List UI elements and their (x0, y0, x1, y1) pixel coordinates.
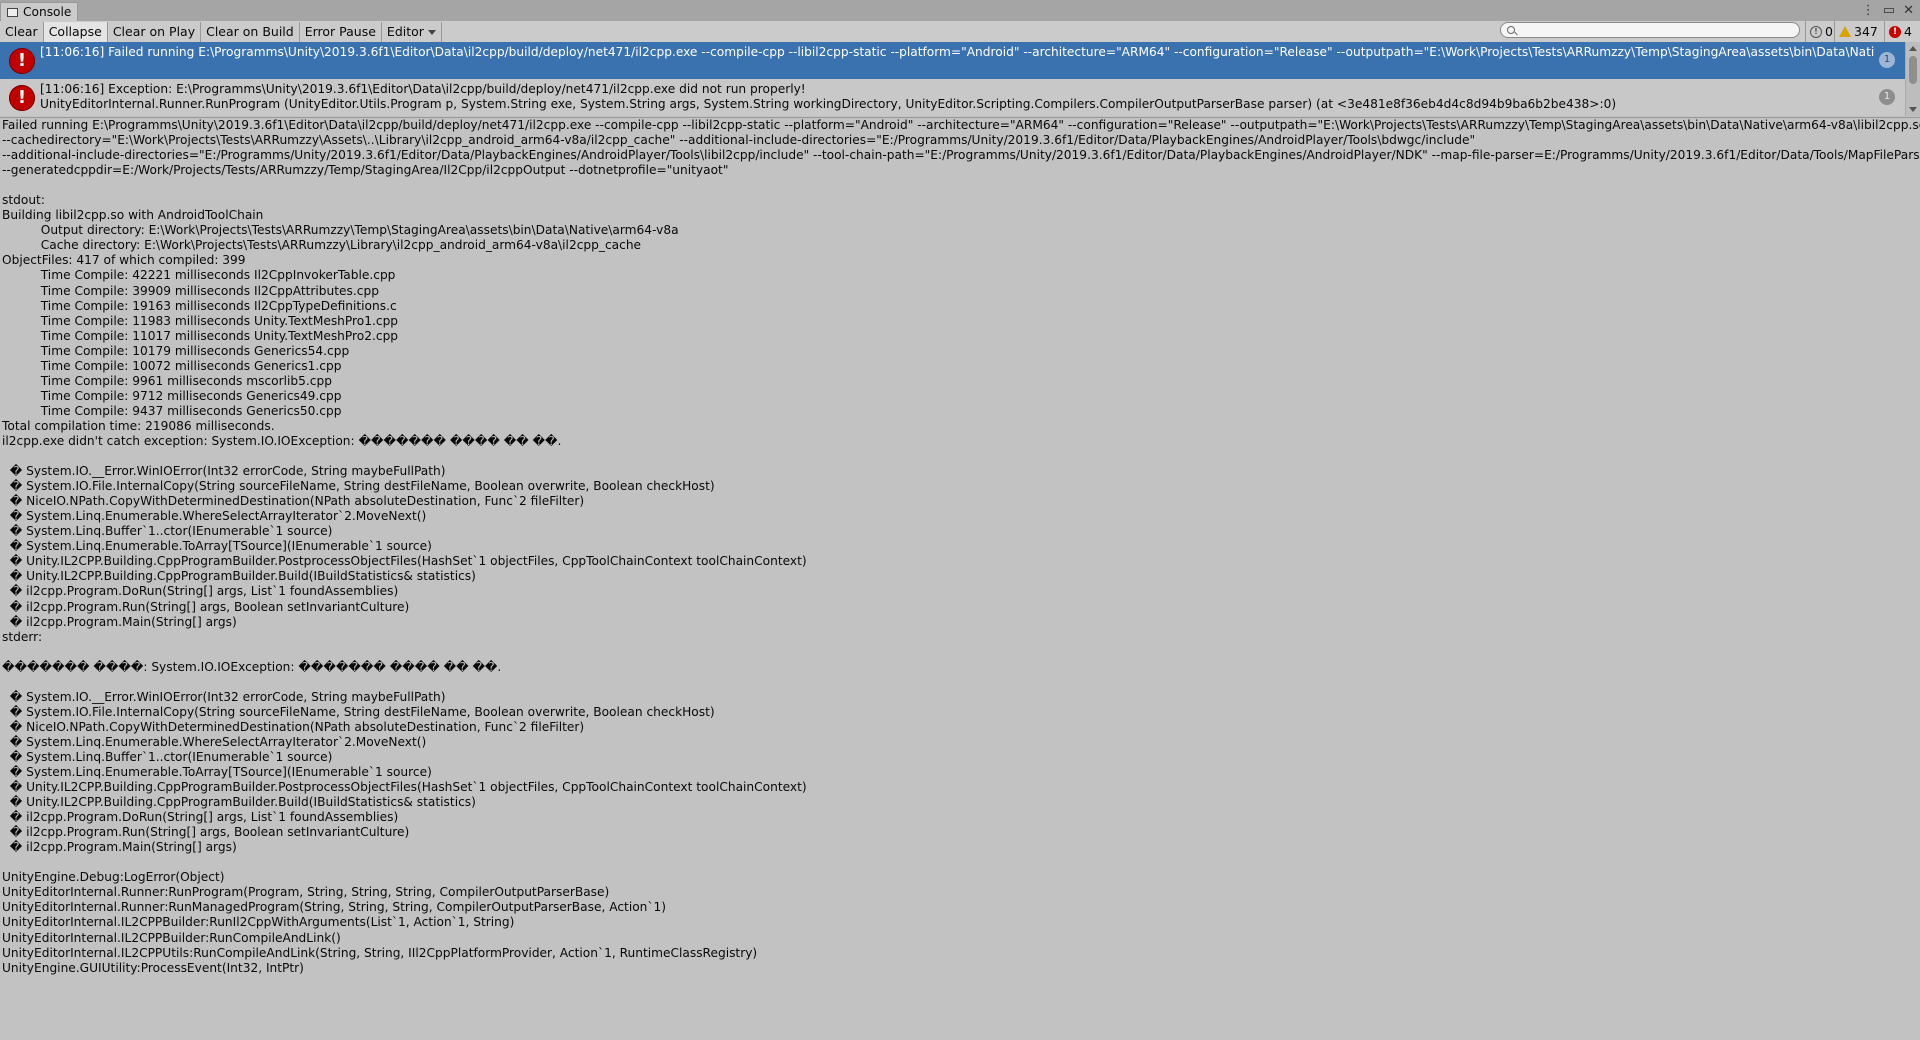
chevron-down-icon (427, 29, 436, 35)
info-count: 0 (1825, 24, 1833, 39)
detail-line: Time Compile: 10072 milliseconds Generic… (2, 358, 342, 373)
detail-line: � Unity.IL2CPP.Building.CppProgramBuilde… (2, 795, 476, 810)
window-controls: ⋮ ▭ ✕ (1862, 2, 1914, 19)
error-icon: ! (9, 48, 35, 74)
log-entry-text: [11:06:16] Exception: E:\Programms\Unity… (40, 82, 1875, 112)
info-count-toggle[interactable]: ! 0 (1805, 21, 1837, 42)
error-count-toggle[interactable]: ! 4 (1884, 21, 1916, 42)
detail-line: � Unity.IL2CPP.Building.CppProgramBuilde… (2, 780, 807, 795)
warning-count: 347 (1854, 24, 1878, 39)
scrollbar-thumb[interactable] (1909, 56, 1917, 84)
error-icon: ! (9, 85, 35, 111)
clear-on-build-toggle[interactable]: Clear on Build (201, 21, 300, 42)
detail-line: Cache directory: E:\Work\Projects\Tests\… (2, 238, 642, 253)
close-icon[interactable]: ✕ (1903, 3, 1914, 18)
warning-count-toggle[interactable]: 347 (1834, 21, 1882, 42)
log-detail-text: Failed running E:\Programms\Unity\2019.3… (0, 118, 1920, 976)
search-input[interactable] (1519, 23, 1793, 39)
warning-icon (1839, 26, 1851, 37)
log-entry-line1: [11:06:16] Exception: E:\Programms\Unity… (40, 82, 806, 96)
detail-line: � System.Linq.Buffer`1..ctor(IEnumerable… (2, 749, 333, 764)
detail-line: UnityEditorInternal.IL2CPPBuilder:RunIl2… (2, 915, 515, 930)
detail-line: � System.Linq.Buffer`1..ctor(IEnumerable… (2, 524, 333, 539)
detail-line: Time Compile: 10179 milliseconds Generic… (2, 343, 350, 358)
detail-line: � il2cpp.Program.Main(String[] args) (2, 840, 237, 855)
log-entry-text: [11:06:16] Failed running E:\Programms\U… (40, 45, 1875, 60)
collapse-count-badge: 1 (1879, 89, 1895, 105)
log-entry-line1: [11:06:16] Failed running E:\Programms\U… (40, 45, 1875, 59)
maximize-icon[interactable]: ▭ (1883, 3, 1895, 18)
kebab-menu-icon[interactable]: ⋮ (1862, 3, 1875, 18)
scroll-down-icon[interactable] (1909, 107, 1917, 112)
detail-line: Failed running E:\Programms\Unity\2019.3… (2, 118, 1920, 132)
detail-line: UnityEngine.GUIUtility:ProcessEvent(Int3… (2, 960, 304, 975)
log-entry[interactable]: ! [11:06:16] Failed running E:\Programms… (0, 42, 1905, 79)
info-icon: ! (1810, 25, 1822, 38)
detail-line: stdout: (2, 193, 45, 208)
log-entry-line2: UnityEditorInternal.Runner.RunProgram (U… (40, 96, 1617, 111)
detail-line: Output directory: E:\Work\Projects\Tests… (2, 223, 679, 238)
detail-line: � il2cpp.Program.Run(String[] args, Bool… (2, 825, 410, 840)
detail-line: il2cpp.exe didn't catch exception: Syste… (2, 433, 562, 448)
detail-line: � System.IO.File.InternalCopy(String sou… (2, 704, 715, 719)
detail-line: Time Compile: 11017 milliseconds Unity.T… (2, 328, 399, 343)
detail-line: � il2cpp.Program.Run(String[] args, Bool… (2, 599, 410, 614)
detail-line: � NiceIO.NPath.CopyWithDeterminedDestina… (2, 494, 585, 509)
detail-line: stderr: (2, 629, 43, 644)
detail-line: UnityEditorInternal.Runner:RunManagedPro… (2, 900, 667, 915)
detail-line: ObjectFiles: 417 of which compiled: 399 (2, 253, 246, 268)
detail-line: � Unity.IL2CPP.Building.CppProgramBuilde… (2, 554, 807, 569)
detail-line: Building libil2cpp.so with AndroidToolCh… (2, 208, 264, 223)
clear-button[interactable]: Clear (0, 21, 44, 42)
collapse-count-badge: 1 (1879, 52, 1895, 68)
detail-line: � System.Linq.Enumerable.WhereSelectArra… (2, 734, 427, 749)
detail-line: � NiceIO.NPath.CopyWithDeterminedDestina… (2, 719, 585, 734)
window-tab-bar: Console ⋮ ▭ ✕ (0, 0, 1920, 22)
detail-line: UnityEditorInternal.Runner:RunProgram(Pr… (2, 885, 610, 900)
detail-line: Total compilation time: 219086 milliseco… (2, 418, 275, 433)
detail-line: � System.IO.File.InternalCopy(String sou… (2, 479, 715, 494)
detail-line: Time Compile: 9712 milliseconds Generics… (2, 388, 342, 403)
detail-line: � il2cpp.Program.Main(String[] args) (2, 614, 237, 629)
detail-line: UnityEditorInternal.IL2CPPBuilder:RunCom… (2, 930, 341, 945)
detail-line: --additional-include-directories="E:/Pro… (2, 148, 1920, 163)
error-count: 4 (1904, 24, 1912, 39)
detail-line: Time Compile: 9437 milliseconds Generics… (2, 403, 342, 418)
log-detail-pane[interactable]: Failed running E:\Programms\Unity\2019.3… (0, 117, 1920, 1040)
collapse-toggle[interactable]: Collapse (43, 21, 108, 42)
detail-line: --generatedcppdir=E:/Work/Projects/Tests… (2, 163, 729, 178)
log-list-scrollbar[interactable] (1905, 42, 1920, 116)
detail-line: � il2cpp.Program.DoRun(String[] args, Li… (2, 810, 399, 825)
detail-line: � Unity.IL2CPP.Building.CppProgramBuilde… (2, 569, 476, 584)
detail-line: � System.IO.__Error.WinIOError(Int32 err… (2, 464, 446, 479)
scroll-up-icon[interactable] (1909, 46, 1917, 51)
detail-line: � System.IO.__Error.WinIOError(Int32 err… (2, 689, 446, 704)
search-icon (1507, 26, 1515, 34)
detail-line: � System.Linq.Enumerable.ToArray[TSource… (2, 539, 432, 554)
clear-on-play-toggle[interactable]: Clear on Play (108, 21, 202, 42)
detail-line: UnityEditorInternal.IL2CPPUtils:RunCompi… (2, 945, 758, 960)
editor-dropdown-label: Editor (386, 23, 424, 39)
detail-line: UnityEngine.Debug:LogError(Object) (2, 870, 225, 885)
console-window: Console ⋮ ▭ ✕ Clear Collapse Clear on Pl… (0, 0, 1920, 1040)
detail-line: Time Compile: 9961 milliseconds mscorlib… (2, 373, 332, 388)
detail-line: --cachedirectory="E:\Work\Projects\Tests… (2, 133, 1476, 148)
detail-line: ������� ����: System.IO.IOException: ���… (2, 659, 502, 674)
error-icon: ! (1889, 25, 1901, 38)
error-pause-toggle[interactable]: Error Pause (300, 21, 382, 42)
console-tab[interactable]: Console (0, 2, 78, 21)
console-tab-label: Console (23, 5, 72, 19)
log-entry[interactable]: ! [11:06:16] Exception: E:\Programms\Uni… (0, 79, 1905, 116)
console-icon (7, 7, 18, 17)
detail-line: Time Compile: 11983 milliseconds Unity.T… (2, 313, 399, 328)
search-field[interactable] (1500, 22, 1800, 39)
detail-line: Time Compile: 42221 milliseconds Il2CppI… (2, 268, 396, 283)
detail-line: � System.Linq.Enumerable.WhereSelectArra… (2, 509, 427, 524)
detail-line: � il2cpp.Program.DoRun(String[] args, Li… (2, 584, 399, 599)
detail-line: Time Compile: 39909 milliseconds Il2CppA… (2, 283, 379, 298)
log-list[interactable]: ! [11:06:16] Failed running E:\Programms… (0, 42, 1920, 116)
detail-line: Time Compile: 19163 milliseconds Il2CppT… (2, 298, 397, 313)
detail-line: � System.Linq.Enumerable.ToArray[TSource… (2, 765, 432, 780)
editor-dropdown[interactable]: Editor (382, 21, 442, 42)
